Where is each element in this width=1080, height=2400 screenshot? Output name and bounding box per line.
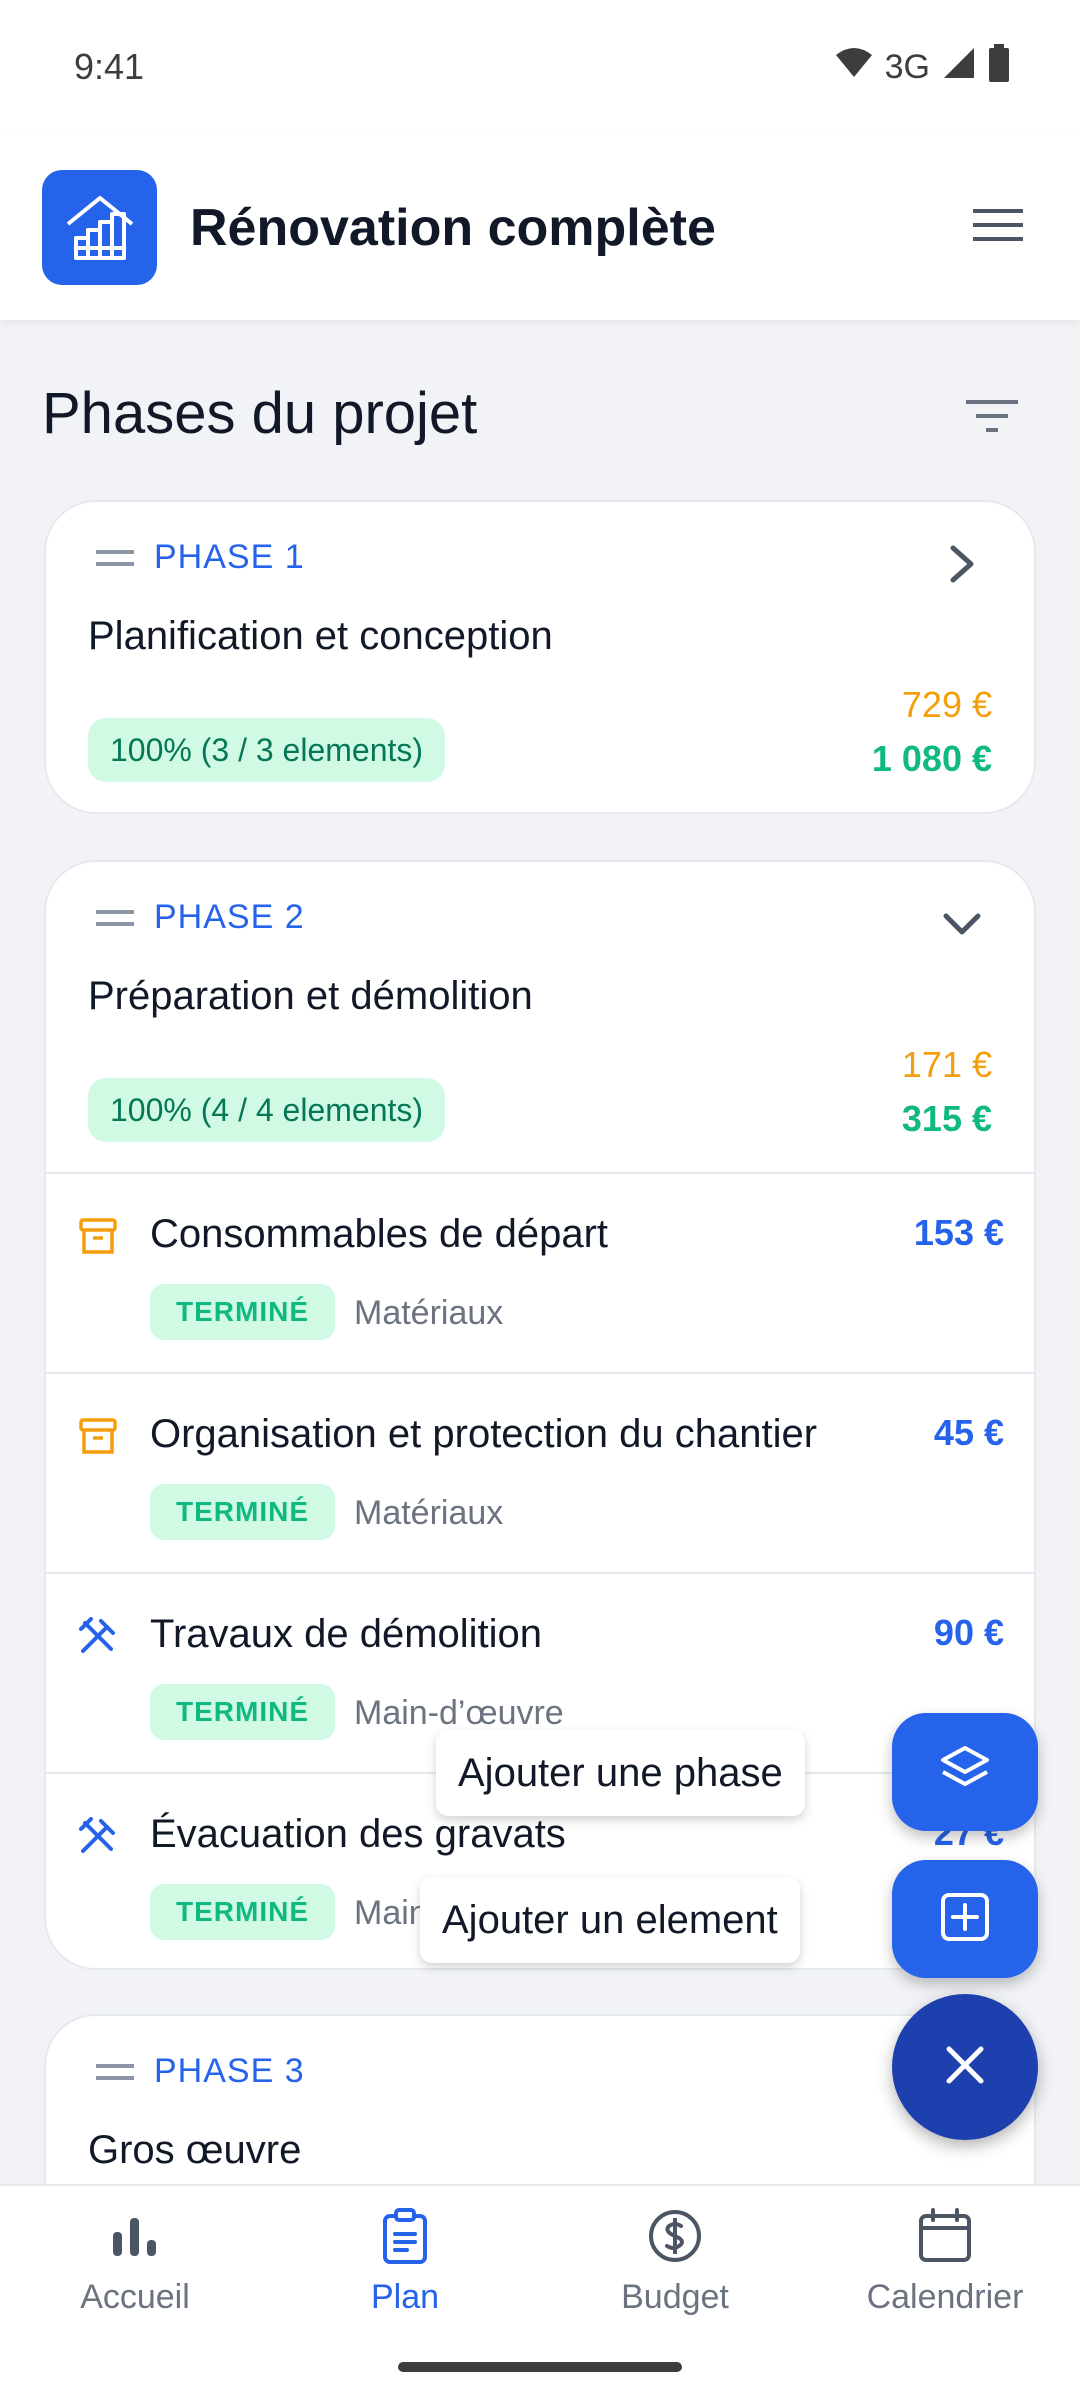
status-badge: TERMINÉ bbox=[150, 1484, 335, 1540]
phase-amount-planned: 171 € bbox=[901, 1044, 992, 1085]
status-badge: TERMINÉ bbox=[150, 1684, 335, 1740]
drag-handle-icon[interactable] bbox=[96, 549, 134, 566]
phase-amount-total: 1 080 € bbox=[871, 738, 992, 779]
app-title: Rénovation complète bbox=[190, 199, 716, 257]
item-name: Travaux de démolition bbox=[150, 1612, 543, 1656]
progress-pill: 100% (3 / 3 elements) bbox=[88, 718, 446, 782]
nav-label: Budget bbox=[621, 2278, 729, 2316]
tools-icon bbox=[76, 1614, 120, 1658]
item-name: Évacuation des gravats bbox=[150, 1812, 566, 1856]
plus-square-icon bbox=[937, 1889, 993, 1950]
close-fab-button[interactable] bbox=[892, 1994, 1038, 2140]
phase-amount-planned: 729 € bbox=[901, 684, 992, 725]
dollar-circle-icon bbox=[645, 2206, 705, 2266]
item-category: Main-d’œuvre bbox=[354, 1694, 564, 1732]
app-bar: Rénovation complète bbox=[0, 130, 1080, 320]
list-item[interactable]: Organisation et protection du chantier 4… bbox=[46, 1372, 1034, 1572]
nav-label: Plan bbox=[370, 2278, 440, 2316]
drag-handle-icon[interactable] bbox=[96, 909, 134, 926]
layers-icon bbox=[937, 1742, 993, 1803]
item-category: Matériaux bbox=[354, 1294, 504, 1332]
add-element-label[interactable]: Ajouter un element bbox=[420, 1877, 800, 1963]
nav-label: Calendrier bbox=[866, 2278, 1024, 2316]
bar-chart-icon bbox=[105, 2206, 165, 2266]
home-indicator[interactable] bbox=[398, 2362, 682, 2372]
page-title: Phases du projet bbox=[42, 381, 478, 446]
nav-item-budget[interactable]: Budget bbox=[540, 2206, 810, 2356]
phase-number: PHASE 1 bbox=[154, 538, 305, 576]
chevron-right-icon[interactable] bbox=[940, 542, 984, 586]
filter-icon[interactable] bbox=[960, 388, 1024, 444]
item-category: Matériaux bbox=[354, 1494, 504, 1532]
nav-item-calendrier[interactable]: Calendrier bbox=[810, 2206, 1080, 2356]
item-name: Organisation et protection du chantier bbox=[150, 1412, 818, 1456]
calendar-icon bbox=[915, 2206, 975, 2266]
box-icon bbox=[76, 1414, 120, 1458]
wifi-icon bbox=[835, 47, 873, 88]
add-phase-button[interactable] bbox=[892, 1713, 1038, 1831]
add-phase-label[interactable]: Ajouter une phase bbox=[436, 1730, 805, 1816]
nav-label: Accueil bbox=[80, 2278, 190, 2316]
nav-item-plan[interactable]: Plan bbox=[270, 2206, 540, 2356]
screen: 9:41 3G Rénovation complète Phases du pr… bbox=[0, 0, 1080, 2400]
phase-label-row: PHASE 3 bbox=[96, 2052, 305, 2091]
close-icon bbox=[943, 2043, 987, 2092]
phase-number: PHASE 3 bbox=[154, 2052, 305, 2090]
phase-name: Gros œuvre bbox=[88, 2128, 302, 2172]
status-icons: 3G bbox=[835, 44, 1010, 91]
phase-label-row: PHASE 1 bbox=[96, 538, 305, 577]
item-name: Consommables de départ bbox=[150, 1212, 609, 1256]
tools-icon bbox=[76, 1814, 120, 1858]
signal-icon bbox=[942, 46, 976, 89]
battery-icon bbox=[988, 44, 1010, 91]
phase-label-row: PHASE 2 bbox=[96, 898, 305, 937]
phase-name: Préparation et démolition bbox=[88, 974, 533, 1018]
phase-number: PHASE 2 bbox=[154, 898, 305, 936]
status-badge: TERMINÉ bbox=[150, 1884, 335, 1940]
drag-handle-icon[interactable] bbox=[96, 2063, 134, 2080]
list-item[interactable]: Consommables de départ 153 € TERMINÉ Mat… bbox=[46, 1172, 1034, 1372]
phase-card-1[interactable]: PHASE 1 Planification et conception 100%… bbox=[44, 500, 1036, 814]
clipboard-icon bbox=[375, 2206, 435, 2266]
chevron-down-icon[interactable] bbox=[940, 902, 984, 946]
hamburger-icon[interactable] bbox=[970, 200, 1026, 250]
phase-amount-total: 315 € bbox=[901, 1098, 992, 1139]
house-chart-icon bbox=[42, 170, 157, 285]
phase-header[interactable]: PHASE 1 Planification et conception 100%… bbox=[46, 502, 1034, 812]
phase-name: Planification et conception bbox=[88, 614, 553, 658]
status-bar: 9:41 3G bbox=[0, 0, 1080, 130]
status-badge: TERMINÉ bbox=[150, 1284, 335, 1340]
item-amount: 153 € bbox=[913, 1212, 1004, 1253]
nav-item-accueil[interactable]: Accueil bbox=[0, 2206, 270, 2356]
box-icon bbox=[76, 1214, 120, 1258]
add-element-button[interactable] bbox=[892, 1860, 1038, 1978]
status-time: 9:41 bbox=[74, 46, 145, 87]
item-amount: 45 € bbox=[933, 1412, 1004, 1453]
network-type: 3G bbox=[884, 48, 930, 86]
item-amount: 90 € bbox=[933, 1612, 1004, 1653]
progress-pill: 100% (4 / 4 elements) bbox=[88, 1078, 446, 1142]
phase-header[interactable]: PHASE 2 Préparation et démolition 100% (… bbox=[46, 862, 1034, 1172]
